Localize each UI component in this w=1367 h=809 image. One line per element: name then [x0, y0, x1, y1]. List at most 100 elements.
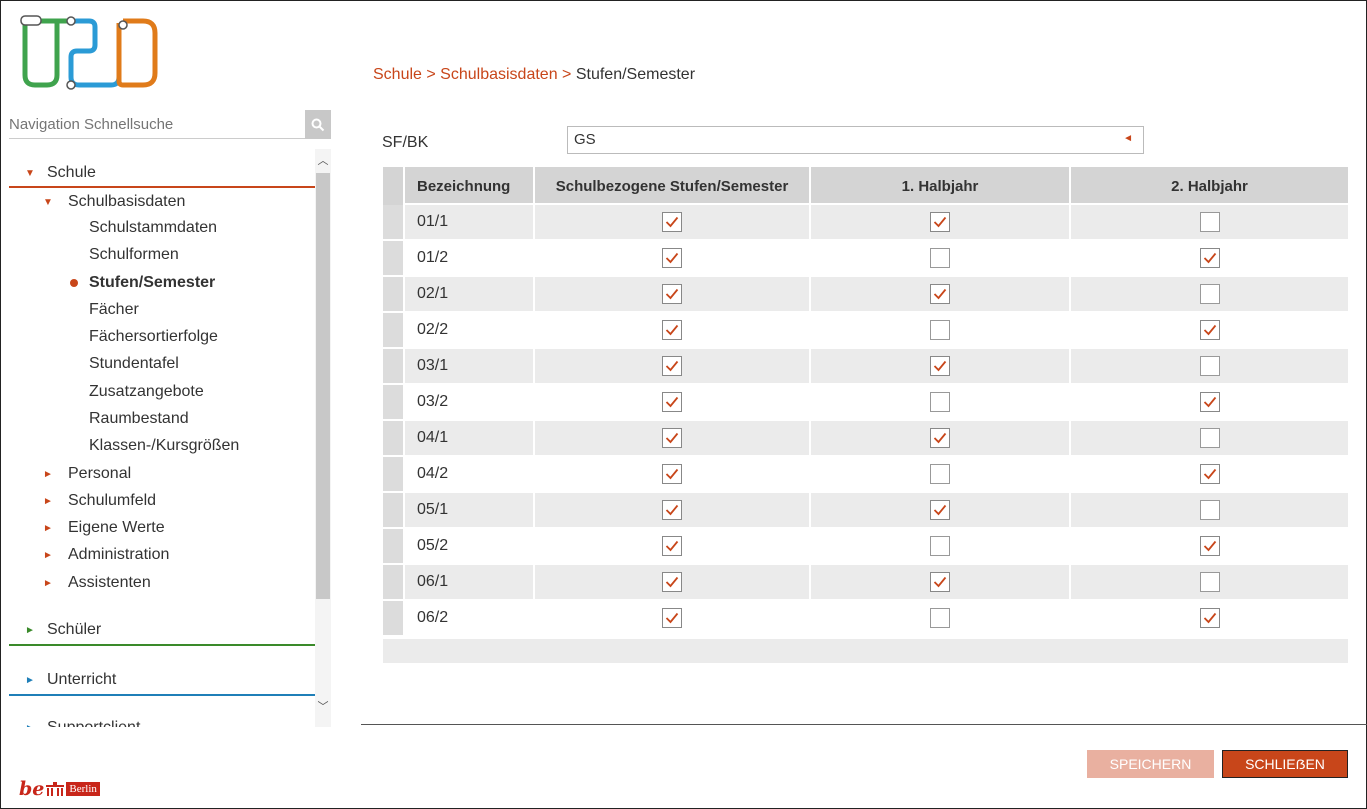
berlin-logo-badge: Berlin [66, 782, 100, 796]
checkbox-schulbezogen[interactable] [662, 608, 682, 628]
checkmark-icon [665, 252, 679, 264]
column-header-halbjahr-1[interactable]: 1. Halbjahr [811, 167, 1071, 205]
nav-section-schule[interactable]: ▼ Schule [25, 160, 96, 186]
row-selector[interactable] [383, 529, 405, 563]
checkbox-halbjahr-2[interactable] [1199, 500, 1220, 520]
breadcrumb-link-schule[interactable]: Schule [373, 66, 422, 83]
checkbox-halbjahr-2[interactable] [1199, 284, 1220, 304]
checkbox-schulbezogen[interactable] [662, 392, 682, 412]
checkbox-schulbezogen[interactable] [662, 464, 682, 484]
row-selector[interactable] [383, 277, 405, 311]
nav-item-stufen-semester[interactable]: Stufen/Semester [70, 270, 215, 296]
nav-item-klassen-kursgroessen[interactable]: Klassen-/Kursgrößen [89, 433, 239, 459]
row-bezeichnung: 06/1 [405, 565, 535, 599]
checkmark-icon [665, 612, 679, 624]
checkbox-halbjahr-1[interactable] [930, 356, 950, 376]
nav-item-faecher[interactable]: Fächer [89, 297, 139, 323]
checkbox-schulbezogen[interactable] [662, 356, 682, 376]
column-header-schulbezogene[interactable]: Schulbezogene Stufen/Semester [535, 167, 811, 205]
checkbox-halbjahr-2[interactable] [1199, 392, 1220, 412]
checkbox-halbjahr-2[interactable] [1199, 428, 1220, 448]
nav-group-administration[interactable]: ► Administration [43, 542, 169, 568]
nav-item-schulstammdaten[interactable]: Schulstammdaten [89, 215, 217, 241]
checkbox-schulbezogen[interactable] [662, 320, 682, 340]
row-selector[interactable] [383, 565, 405, 599]
checkbox-halbjahr-1[interactable] [930, 392, 950, 412]
checkbox-halbjahr-1[interactable] [930, 320, 950, 340]
checkbox-halbjahr-2[interactable] [1199, 464, 1220, 484]
checkbox-halbjahr-1[interactable] [930, 248, 950, 268]
checkbox-schulbezogen[interactable] [662, 500, 682, 520]
checkbox-halbjahr-2[interactable] [1199, 320, 1220, 340]
checkbox-halbjahr-2[interactable] [1199, 608, 1220, 628]
nav-item-schulformen[interactable]: Schulformen [89, 242, 179, 268]
checkbox-halbjahr-2[interactable] [1199, 572, 1220, 592]
checkbox-halbjahr-1[interactable] [930, 572, 950, 592]
sfbk-select[interactable]: GS ◄ [567, 126, 1144, 154]
scroll-down-icon[interactable]: ﹀ [317, 701, 329, 713]
cell-halbjahr-1 [811, 493, 1071, 527]
checkbox-halbjahr-1[interactable] [930, 464, 950, 484]
row-selector[interactable] [383, 349, 405, 383]
nav-item-zusatzangebote[interactable]: Zusatzangebote [89, 379, 204, 405]
checkbox-schulbezogen[interactable] [662, 572, 682, 592]
nav-section-schueler[interactable]: ► Schüler [25, 617, 101, 643]
checkbox-halbjahr-1[interactable] [930, 608, 950, 628]
breadcrumb-current: Stufen/Semester [575, 66, 696, 83]
nav-item-faechersortierfolge[interactable]: Fächersortierfolge [89, 324, 218, 350]
row-selector[interactable] [383, 205, 405, 239]
breadcrumb-link-schulbasisdaten[interactable]: Schulbasisdaten [440, 66, 557, 83]
nav-scrollbar[interactable]: ︿ ﹀ [315, 149, 331, 727]
cell-schulbezogen [535, 529, 811, 563]
checkbox-halbjahr-1[interactable] [930, 536, 950, 556]
row-selector[interactable] [383, 601, 405, 635]
row-selector[interactable] [383, 493, 405, 527]
checkmark-icon [665, 324, 679, 336]
nav-section-unterricht[interactable]: ► Unterricht [25, 667, 116, 693]
checkbox-schulbezogen[interactable] [662, 212, 682, 232]
checkbox-schulbezogen[interactable] [662, 428, 682, 448]
checkbox-halbjahr-2[interactable] [1199, 212, 1220, 232]
checkbox-halbjahr-1[interactable] [930, 428, 950, 448]
checkbox-halbjahr-2[interactable] [1199, 248, 1220, 268]
caret-right-icon: ► [25, 723, 37, 728]
nav-section-supportclient[interactable]: ► Supportclient [25, 715, 140, 727]
row-bezeichnung: 04/1 [405, 421, 535, 455]
nav-scrollbar-thumb[interactable] [316, 173, 330, 599]
row-selector[interactable] [383, 457, 405, 491]
row-bezeichnung: 04/2 [405, 457, 535, 491]
column-header-bezeichnung[interactable]: Bezeichnung [405, 167, 535, 205]
save-button[interactable]: SPEICHERN [1087, 750, 1214, 778]
cell-halbjahr-2 [1071, 277, 1348, 311]
scroll-up-icon[interactable]: ︿ [317, 155, 329, 167]
checkmark-icon [1203, 612, 1216, 624]
checkbox-schulbezogen[interactable] [662, 536, 682, 556]
cell-halbjahr-2 [1071, 565, 1348, 599]
search-button[interactable] [305, 110, 331, 139]
cell-halbjahr-1 [811, 385, 1071, 419]
close-button[interactable]: SCHLIEẞEN [1222, 750, 1348, 778]
checkbox-halbjahr-1[interactable] [930, 500, 950, 520]
nav-group-schulbasisdaten[interactable]: ▼ Schulbasisdaten [43, 189, 185, 215]
caret-right-icon: ► [43, 549, 53, 561]
checkbox-halbjahr-2[interactable] [1199, 356, 1220, 376]
caret-down-icon: ▼ [25, 167, 35, 179]
table-row: 04/2 [383, 457, 1348, 493]
search-input[interactable] [9, 110, 305, 139]
checkbox-halbjahr-2[interactable] [1199, 536, 1220, 556]
nav-group-schulumfeld[interactable]: ► Schulumfeld [43, 488, 156, 514]
row-selector[interactable] [383, 313, 405, 347]
checkbox-halbjahr-1[interactable] [930, 212, 950, 232]
row-selector[interactable] [383, 385, 405, 419]
nav-group-personal[interactable]: ► Personal [43, 461, 131, 487]
nav-group-assistenten[interactable]: ► Assistenten [43, 570, 151, 596]
checkbox-schulbezogen[interactable] [662, 284, 682, 304]
nav-group-eigene-werte[interactable]: ► Eigene Werte [43, 515, 165, 541]
checkbox-halbjahr-1[interactable] [930, 284, 950, 304]
column-header-halbjahr-2[interactable]: 2. Halbjahr [1071, 167, 1348, 205]
nav-item-raumbestand[interactable]: Raumbestand [89, 406, 189, 432]
row-selector[interactable] [383, 241, 405, 275]
row-selector[interactable] [383, 421, 405, 455]
nav-item-stundentafel[interactable]: Stundentafel [89, 351, 179, 377]
checkbox-schulbezogen[interactable] [662, 248, 682, 268]
